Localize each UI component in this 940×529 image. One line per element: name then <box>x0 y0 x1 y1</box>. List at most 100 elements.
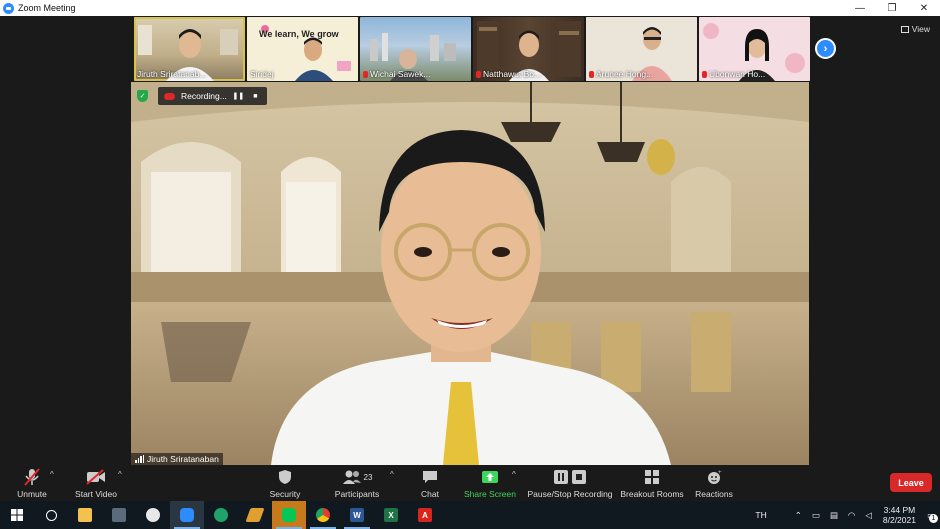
cloud-record-icon <box>164 92 175 100</box>
audio-options-caret[interactable]: ^ <box>50 470 54 479</box>
clock[interactable]: 3:44 PM 8/2/2021 <box>877 505 922 525</box>
participant-name: Wichai Sawek... <box>363 69 430 79</box>
pen-icon <box>245 508 265 522</box>
taskbar-chrome[interactable] <box>306 501 340 529</box>
participant-gallery: Jiruth Sriratanab... We learn, We grow S… <box>134 17 810 81</box>
taskbar-excel[interactable]: X <box>374 501 408 529</box>
participant-name: Natthawut Bo... <box>476 69 541 79</box>
chat-bubble-icon <box>422 467 438 487</box>
active-speaker-video <box>131 82 809 465</box>
clock-time: 3:44 PM <box>883 505 916 515</box>
next-page-button[interactable]: › <box>815 38 836 59</box>
notification-count: 1 <box>929 513 938 523</box>
svg-text:+: + <box>718 470 722 476</box>
muted-mic-icon <box>589 70 594 78</box>
security-button[interactable]: Security <box>268 467 302 499</box>
windows-logo-icon <box>11 509 23 521</box>
recording-label: Recording... <box>181 91 227 101</box>
muted-mic-icon <box>363 70 368 78</box>
signal-bars-icon <box>135 455 144 463</box>
maximize-button[interactable]: ❐ <box>876 0 908 16</box>
unmute-button[interactable]: Unmute <box>14 467 50 499</box>
stop-recording-icon[interactable]: ■ <box>250 91 261 102</box>
speaker-video-frame <box>131 82 809 465</box>
zoom-logo-icon <box>3 2 14 14</box>
chat-button[interactable]: Chat <box>418 467 442 499</box>
breakout-grid-icon <box>644 467 660 487</box>
participant-name: Jiruth Sriratanab... <box>137 69 207 79</box>
folder-icon <box>78 508 92 522</box>
pause-stop-recording-button[interactable]: Pause/Stop Recording <box>527 467 613 499</box>
taskbar-line[interactable] <box>272 501 306 529</box>
share-screen-icon <box>481 467 499 487</box>
taskbar-app-paint[interactable] <box>136 501 170 529</box>
view-button[interactable]: View <box>900 24 930 34</box>
participant-tile[interactable]: Arunee Hong... <box>586 17 697 81</box>
windows-taskbar: W X A TH ⌃ ▭ ▤ ◠ ◁ 3:44 PM 8/2/2021 ▭ 1 <box>0 501 940 529</box>
volume-icon[interactable]: ◁ <box>860 510 877 521</box>
participant-tile[interactable]: Wichai Sawek... <box>360 17 471 81</box>
shield-icon <box>278 467 292 487</box>
participants-count: 23 <box>363 472 373 482</box>
window-controls: — ❐ ✕ <box>844 0 940 16</box>
minimize-button[interactable]: — <box>844 0 876 16</box>
meeting-toolbar: Unmute ^ Start Video ^ Security 23 Parti… <box>0 465 940 501</box>
participant-name: Ubonwan Ho... <box>702 69 765 79</box>
grid-view-icon <box>900 25 909 33</box>
taskbar-calculator[interactable] <box>102 501 136 529</box>
tile-banner: We learn, We grow <box>259 29 339 39</box>
network-icon[interactable]: ▤ <box>825 510 843 521</box>
participant-tile[interactable]: Jiruth Sriratanab... <box>134 17 245 81</box>
search-circle-icon <box>45 509 57 521</box>
taskbar-acrobat[interactable]: A <box>408 501 442 529</box>
speaker-name-label: Jiruth Sriratanaban <box>131 453 223 465</box>
recording-bar: ✓ Recording... ❚❚ ■ <box>137 87 267 105</box>
participant-tile[interactable]: Ubonwan Ho... <box>699 17 810 81</box>
word-icon: W <box>350 508 364 522</box>
participants-options-caret[interactable]: ^ <box>390 470 394 479</box>
start-video-button[interactable]: Start Video <box>74 467 118 499</box>
shield-check-icon[interactable]: ✓ <box>137 90 148 102</box>
reactions-button[interactable]: + Reactions <box>695 467 733 499</box>
leave-button[interactable]: Leave <box>890 473 932 492</box>
taskbar-app-pen[interactable] <box>238 501 272 529</box>
input-language[interactable]: TH <box>750 510 771 520</box>
close-button[interactable]: ✕ <box>908 0 940 16</box>
participant-name: Siridej <box>250 69 274 79</box>
calculator-icon <box>112 508 126 522</box>
video-off-icon <box>86 467 106 487</box>
view-label: View <box>911 24 930 34</box>
taskbar-file-explorer[interactable] <box>68 501 102 529</box>
share-options-caret[interactable]: ^ <box>512 470 516 479</box>
browser-globe-icon <box>214 508 228 522</box>
chevron-up-icon[interactable]: ⌃ <box>790 510 807 521</box>
notifications-button[interactable]: ▭ 1 <box>922 510 940 523</box>
chrome-icon <box>316 508 330 522</box>
speaker-name: Jiruth Sriratanaban <box>147 454 219 464</box>
window-title: Zoom Meeting <box>18 3 76 13</box>
share-screen-button[interactable]: Share Screen <box>464 467 516 499</box>
meeting-area: Jiruth Sriratanab... We learn, We grow S… <box>0 16 940 465</box>
breakout-rooms-button[interactable]: Breakout Rooms <box>620 467 684 499</box>
chevron-right-icon: › <box>823 42 828 55</box>
start-button[interactable] <box>0 501 34 529</box>
participant-name: Arunee Hong... <box>589 69 653 79</box>
search-taskbar-button[interactable] <box>34 501 68 529</box>
pause-stop-icon <box>553 467 587 487</box>
participant-tile[interactable]: We learn, We grow Siridej <box>247 17 358 81</box>
wifi-icon[interactable]: ◠ <box>843 510 860 521</box>
pause-recording-icon[interactable]: ❚❚ <box>232 91 244 102</box>
title-bar: Zoom Meeting — ❐ ✕ <box>0 0 940 16</box>
participants-icon: 23 <box>342 467 373 487</box>
taskbar-word[interactable]: W <box>340 501 374 529</box>
video-options-caret[interactable]: ^ <box>118 470 122 479</box>
excel-icon: X <box>384 508 398 522</box>
pdf-icon: A <box>418 508 432 522</box>
taskbar-zoom[interactable] <box>170 501 204 529</box>
paint-icon <box>146 508 160 522</box>
participants-button[interactable]: 23 Participants <box>334 467 380 499</box>
taskbar-edge[interactable] <box>204 501 238 529</box>
battery-icon[interactable]: ▭ <box>807 510 825 521</box>
recording-indicator: Recording... ❚❚ ■ <box>158 87 267 105</box>
participant-tile[interactable]: Natthawut Bo... <box>473 17 584 81</box>
